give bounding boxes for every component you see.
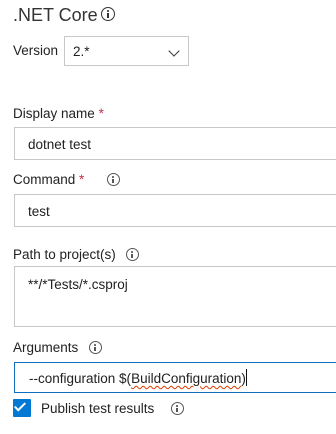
- display-name-value: dotnet test: [28, 137, 92, 152]
- info-icon[interactable]: [171, 402, 184, 415]
- version-select-value: 2.*: [73, 44, 90, 59]
- display-name-input[interactable]: dotnet test: [14, 127, 336, 160]
- info-icon[interactable]: [101, 7, 115, 21]
- command-value: test: [28, 204, 50, 219]
- publish-label[interactable]: Publish test results: [41, 400, 154, 418]
- version-label: Version: [13, 43, 59, 58]
- projects-value: **/*Tests/*.csproj: [28, 277, 128, 292]
- command-input[interactable]: test: [14, 194, 336, 227]
- projects-label: Path to project(s): [13, 247, 116, 262]
- task-title: .NET Core: [13, 5, 98, 25]
- display-name-label-text: Display name: [13, 106, 95, 121]
- info-icon[interactable]: [126, 248, 139, 261]
- version-select[interactable]: 2.*: [64, 36, 189, 66]
- arguments-value-prefix: --configuration $(: [29, 371, 132, 386]
- projects-textarea[interactable]: **/*Tests/*.csproj: [14, 266, 336, 327]
- chevron-down-icon: [168, 45, 180, 57]
- info-icon[interactable]: [89, 341, 102, 354]
- arguments-label: Arguments: [13, 340, 79, 355]
- command-label: Command *: [13, 171, 84, 189]
- command-label-text: Command: [13, 172, 76, 187]
- arguments-value-misspelled: BuildConfiguration: [131, 371, 242, 386]
- arguments-input[interactable]: --configuration $(BuildConfiguration): [14, 362, 336, 393]
- info-icon[interactable]: [107, 173, 120, 186]
- publish-checkbox[interactable]: [13, 399, 31, 417]
- checkmark-icon: [13, 399, 27, 412]
- required-marker: *: [79, 172, 85, 187]
- text-caret: [245, 369, 247, 386]
- display-name-label: Display name *: [13, 105, 104, 123]
- required-marker: *: [98, 106, 104, 121]
